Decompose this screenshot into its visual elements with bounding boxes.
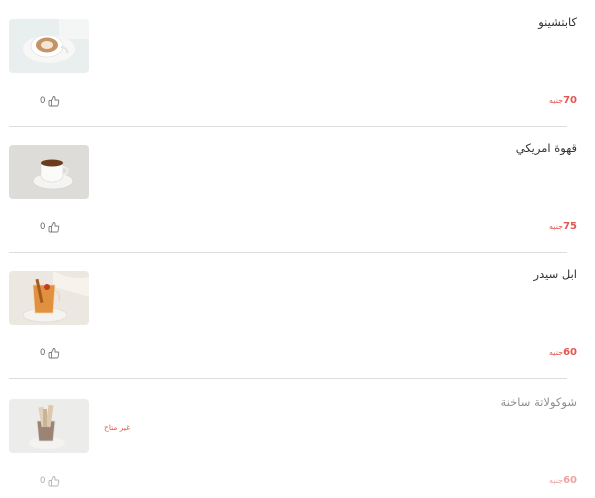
divider	[9, 378, 567, 379]
price-currency: جنيه	[549, 348, 564, 357]
menu-item-cappuccino[interactable]: كابتشينو 0 70جنيه	[0, 0, 595, 127]
like-button[interactable]: 0	[40, 474, 60, 488]
like-count: 0	[40, 348, 46, 358]
menu-item-apple-cider[interactable]: ابل سيدر 0 60جنيه	[0, 252, 595, 379]
price-currency: جنيه	[549, 476, 564, 485]
menu-item-american-coffee[interactable]: قهوة امريكي 0 75جنيه	[0, 126, 595, 253]
item-price: 60جنيه	[549, 475, 577, 486]
price-amount: 75	[563, 221, 577, 232]
like-button[interactable]: 0	[40, 220, 60, 234]
apple-cider-image	[9, 271, 89, 325]
thumbs-up-icon	[48, 221, 60, 233]
thumbs-up-icon	[48, 95, 60, 107]
american-coffee-image	[9, 145, 89, 199]
like-count: 0	[40, 476, 46, 486]
hot-chocolate-image	[9, 399, 89, 453]
item-price: 70جنيه	[549, 95, 577, 106]
price-amount: 70	[563, 95, 577, 106]
cappuccino-image	[9, 19, 89, 73]
thumbs-up-icon	[48, 347, 60, 359]
thumbs-up-icon	[48, 475, 60, 487]
unavailable-badge: غير متاح	[104, 423, 131, 432]
item-price: 60جنيه	[549, 347, 577, 358]
like-count: 0	[40, 222, 46, 232]
item-name: كابتشينو	[538, 15, 577, 29]
like-button[interactable]: 0	[40, 346, 60, 360]
price-amount: 60	[563, 475, 577, 486]
item-price: 75جنيه	[549, 221, 577, 232]
price-currency: جنيه	[549, 222, 564, 231]
like-count: 0	[40, 96, 46, 106]
like-button[interactable]: 0	[40, 94, 60, 108]
menu-item-hot-chocolate[interactable]: شوكولاتة ساخنة غير متاح 0 60جنيه	[0, 380, 595, 498]
item-name: ابل سيدر	[533, 267, 577, 281]
item-name: شوكولاتة ساخنة	[500, 395, 577, 409]
menu-list: كابتشينو 0 70جنيه قهوة امريكي 0 75جنيه ا…	[0, 0, 595, 498]
price-currency: جنيه	[549, 96, 564, 105]
price-amount: 60	[563, 347, 577, 358]
item-name: قهوة امريكي	[515, 141, 577, 155]
